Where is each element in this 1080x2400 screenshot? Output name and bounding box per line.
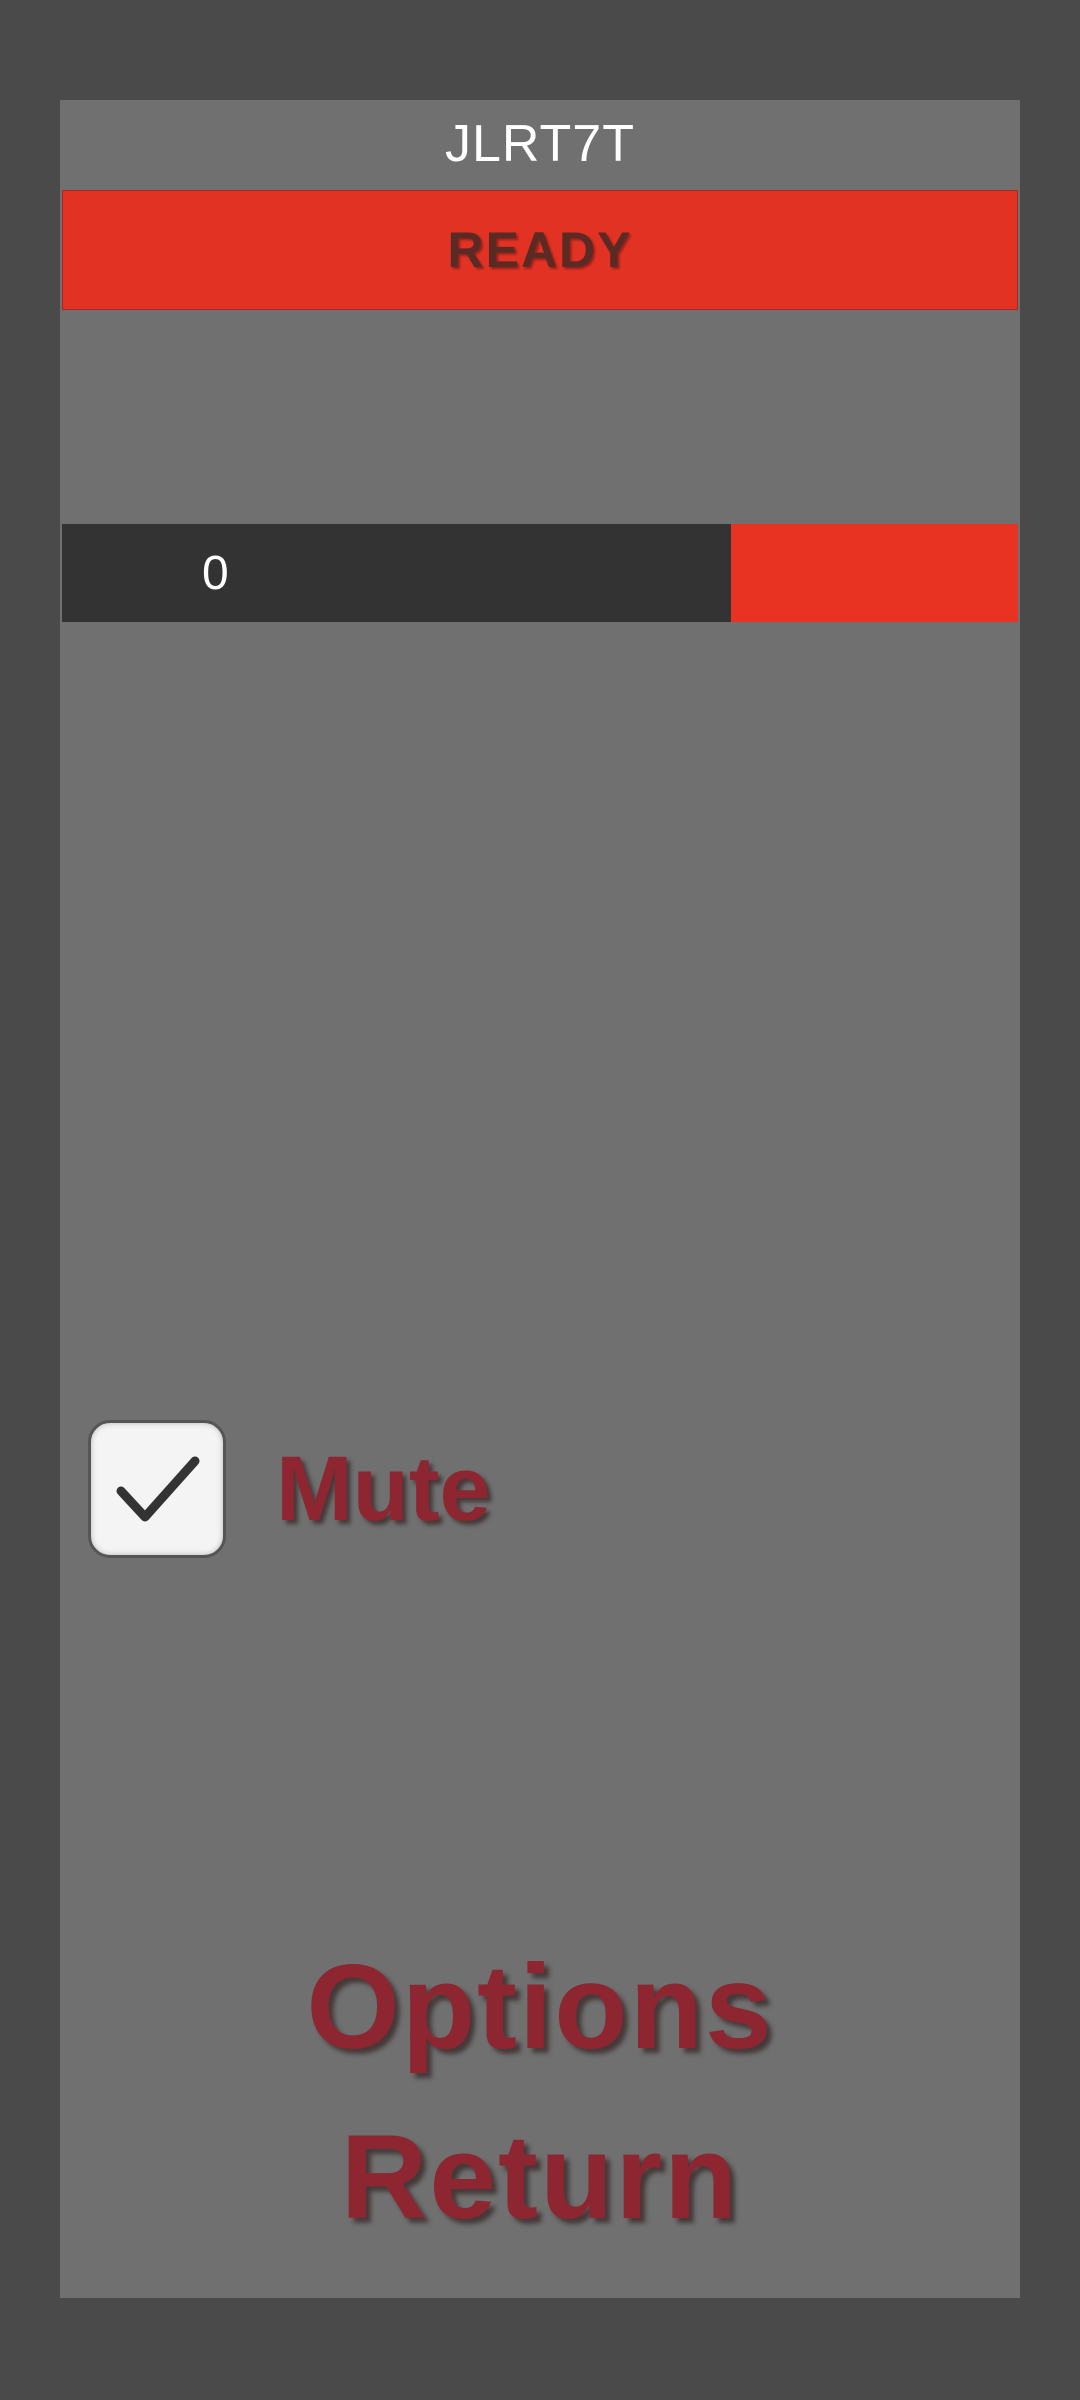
room-code-title: JLRT7T xyxy=(445,115,635,173)
progress-value: 0 xyxy=(202,546,229,600)
progress-bar: 0 xyxy=(62,524,1018,622)
ready-button-label: READY xyxy=(447,222,633,278)
mute-checkbox[interactable] xyxy=(88,1420,226,1558)
mute-option[interactable]: Mute xyxy=(88,1418,491,1560)
mute-label: Mute xyxy=(276,1437,491,1540)
options-button[interactable]: Options xyxy=(60,1938,1020,2076)
ready-button[interactable]: READY xyxy=(62,190,1018,310)
return-button[interactable]: Return xyxy=(60,2108,1020,2246)
check-icon xyxy=(116,1456,200,1522)
game-panel: JLRT7T READY 0 Mute Options Return xyxy=(60,100,1020,2298)
progress-fill xyxy=(62,524,731,622)
